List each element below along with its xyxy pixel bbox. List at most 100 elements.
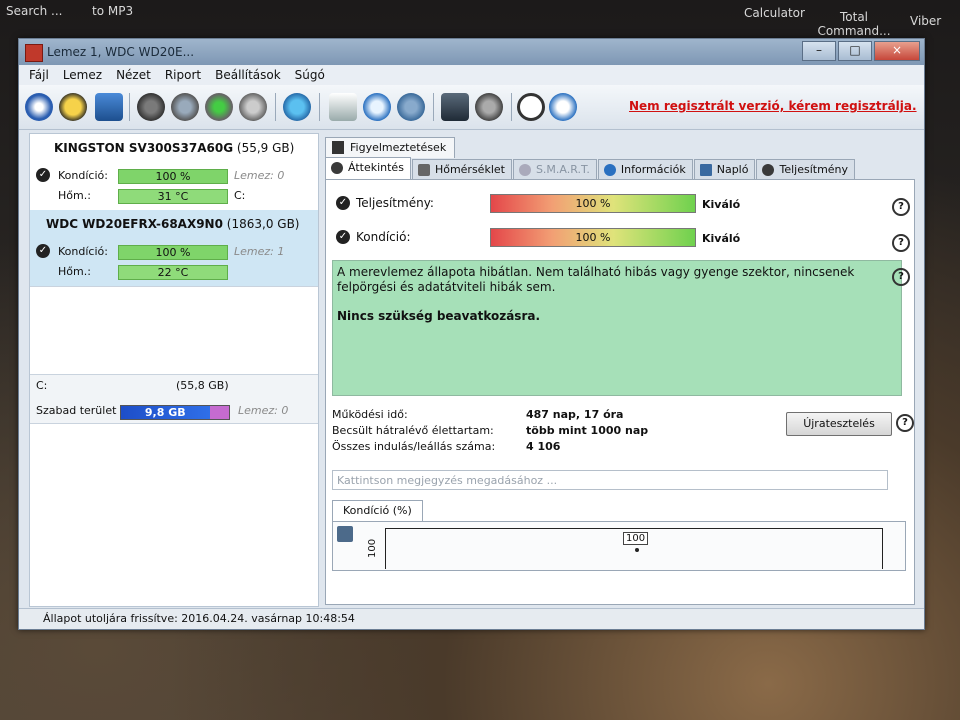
warning-icon[interactable]	[59, 93, 87, 121]
computer-icon[interactable]	[441, 93, 469, 121]
toolbar-separator	[275, 93, 276, 121]
free-space-label: Szabad terület	[36, 404, 117, 417]
disk-name: KINGSTON SV300S37A60G (55,9 GB)	[54, 141, 295, 155]
desktop-icon-label[interactable]: Search ...	[6, 4, 62, 18]
help-icon[interactable]: ?	[892, 234, 910, 252]
temperature-bar: 22 °C	[118, 265, 228, 280]
drive-search-icon[interactable]	[239, 93, 267, 121]
desktop-icon-label[interactable]: Total Command...	[814, 10, 894, 38]
desktop-icon-label[interactable]: Viber	[910, 14, 941, 28]
chart-tab[interactable]: Kondíció (%)	[332, 500, 423, 521]
uptime-value: 487 nap, 17 óra	[526, 408, 624, 421]
help-icon[interactable]: ?	[892, 268, 910, 286]
menu-report[interactable]: Riport	[161, 65, 211, 85]
network-icon[interactable]	[397, 93, 425, 121]
drive-info-icon[interactable]	[171, 93, 199, 121]
app-window: Lemez 1, WDC WD20E... – □ × Fájl Lemez N…	[18, 38, 925, 630]
refresh-icon[interactable]	[25, 93, 53, 121]
performance-label: Teljesítmény:	[356, 196, 434, 210]
toolbar-separator	[511, 93, 512, 121]
disk-monitor-icon[interactable]	[95, 93, 123, 121]
globe-icon[interactable]	[283, 93, 311, 121]
check-icon: ✓	[36, 168, 50, 182]
desktop-icon-label[interactable]: to MP3	[92, 4, 133, 18]
drive-settings-icon[interactable]	[137, 93, 165, 121]
menu-disk[interactable]: Lemez	[59, 65, 112, 85]
toolbar: Nem regisztrált verzió, kérem regisztrál…	[19, 85, 924, 130]
performance-icon	[762, 164, 775, 176]
save-icon[interactable]	[337, 526, 353, 542]
disk-index: Lemez: 0	[238, 404, 289, 417]
start-count-label: Összes indulás/leállás száma:	[332, 440, 496, 453]
status-bar: Állapot utoljára frissítve: 2016.04.24. …	[19, 608, 924, 629]
note-input[interactable]: Kattintson megjegyzés megadásához ...	[332, 470, 888, 490]
summary-text: A merevlemez állapota hibátlan. Nem talá…	[337, 265, 855, 294]
overview-panel: ✓ Teljesítmény: 100 % Kiváló ? ✓ Kondíci…	[325, 179, 915, 605]
sync-icon[interactable]	[363, 93, 391, 121]
health-label: Kondíció:	[58, 245, 108, 258]
tab-label: Figyelmeztetések	[350, 141, 447, 154]
tab-temperature[interactable]: Hőmérséklet	[411, 159, 512, 180]
report-icon[interactable]	[329, 93, 357, 121]
tab-label: Napló	[716, 163, 749, 176]
help-icon[interactable]	[517, 93, 545, 121]
check-icon: ✓	[36, 244, 50, 258]
disk-name: WDC WD20EFRX-68AX9N0 (1863,0 GB)	[46, 217, 300, 231]
tab-performance[interactable]: Teljesítmény	[756, 159, 856, 180]
disk-item-selected[interactable]: WDC WD20EFRX-68AX9N0 (1863,0 GB) ✓ Kondí…	[30, 210, 318, 287]
menu-file[interactable]: Fájl	[25, 65, 59, 85]
title-bar[interactable]: Lemez 1, WDC WD20E... – □ ×	[19, 39, 924, 65]
free-space-bar: 9,8 GB	[120, 405, 230, 420]
chart-point	[635, 548, 639, 552]
info-icon[interactable]	[549, 93, 577, 121]
tab-log[interactable]: Napló	[693, 159, 756, 180]
tab-alerts[interactable]: Figyelmeztetések	[325, 137, 456, 158]
chart-point-label: 100	[623, 532, 649, 545]
help-icon[interactable]: ?	[896, 414, 914, 432]
retest-button[interactable]: Újratesztelés	[786, 412, 892, 436]
tab-label: Áttekintés	[348, 161, 404, 174]
volume-size: (55,8 GB)	[176, 379, 229, 392]
maximize-button[interactable]: □	[838, 41, 872, 61]
menu-view[interactable]: Nézet	[112, 65, 161, 85]
help-icon[interactable]: ?	[892, 198, 910, 216]
chart-area: 100 100	[332, 521, 906, 571]
temperature-label: Hőm.:	[58, 265, 91, 278]
tools-icon[interactable]	[475, 93, 503, 121]
tab-overview[interactable]: Áttekintés	[325, 157, 411, 180]
health-bar: 100 %	[118, 245, 228, 260]
health-bar: 100 %	[118, 169, 228, 184]
smart-icon	[518, 164, 531, 176]
details-panel: Figyelmeztetések Áttekintés Hőmérséklet …	[321, 133, 917, 605]
free-space-fill: 9,8 GB	[121, 406, 210, 419]
desktop-icon-label[interactable]: Calculator	[744, 6, 805, 20]
disk-list-panel: KINGSTON SV300S37A60G (55,9 GB) ✓ Kondíc…	[29, 133, 319, 607]
menu-help[interactable]: Súgó	[291, 65, 335, 85]
menu-settings[interactable]: Beállítások	[211, 65, 291, 85]
check-icon: ✓	[336, 230, 350, 244]
tab-label: S.M.A.R.T.	[535, 163, 590, 176]
tab-smart[interactable]: S.M.A.R.T.	[512, 159, 597, 180]
performance-rating: Kiváló	[702, 198, 741, 211]
app-icon	[25, 44, 43, 62]
close-button[interactable]: ×	[874, 41, 920, 61]
remaining-life-label: Becsült hátralévő élettartam:	[332, 424, 494, 437]
drive-check-icon[interactable]	[205, 93, 233, 121]
drive-letter: C:	[234, 189, 246, 202]
health-label: Kondíció:	[58, 169, 108, 182]
log-icon	[699, 164, 712, 176]
disk-index: Lemez: 1	[234, 245, 285, 258]
performance-bar: 100 %	[490, 194, 696, 213]
toolbar-separator	[319, 93, 320, 121]
disk-index: Lemez: 0	[234, 169, 285, 182]
uptime-label: Működési idő:	[332, 408, 408, 421]
window-title: Lemez 1, WDC WD20E...	[47, 45, 195, 59]
check-icon: ✓	[336, 196, 350, 210]
minimize-button[interactable]: –	[802, 41, 836, 61]
register-link[interactable]: Nem regisztrált verzió, kérem regisztrál…	[629, 99, 917, 113]
health-label: Kondíció:	[356, 230, 411, 244]
volume-drive: C:	[36, 379, 48, 392]
disk-item[interactable]: KINGSTON SV300S37A60G (55,9 GB) ✓ Kondíc…	[30, 134, 318, 211]
tab-information[interactable]: Információk	[597, 159, 693, 180]
volume-item[interactable]: C: (55,8 GB) Szabad terület 9,8 GB Lemez…	[30, 374, 318, 424]
